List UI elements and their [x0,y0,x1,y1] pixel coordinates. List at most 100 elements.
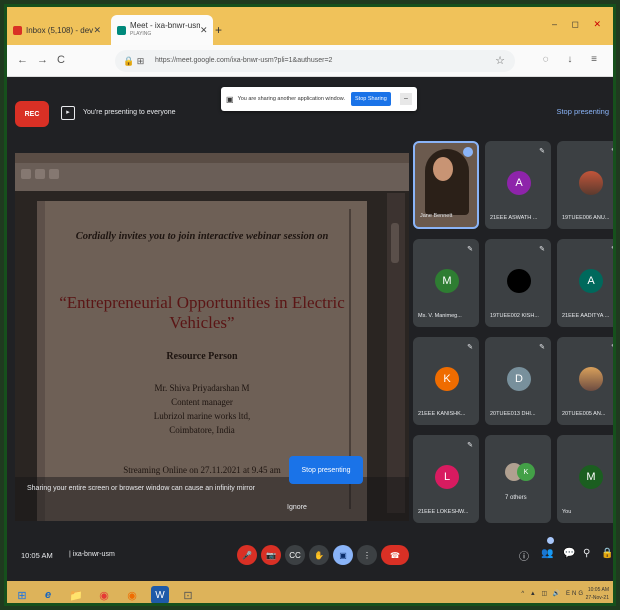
people-count-badge [547,537,554,544]
share-icon: ▣ [226,94,234,104]
mic-muted-icon: ✎ [539,246,545,253]
avatar: M [435,269,459,293]
tab-meet-sublabel: PLAYING [130,31,152,37]
raise-hand-button[interactable]: ✋ [309,545,329,565]
meeting-code-text: ixa-bnwr-usm [72,551,115,558]
url-field[interactable]: 🔒 ⊞ https://meet.google.com/ixa-bnwr-usm… [115,50,515,72]
window-controls[interactable]: – ◻ ✕ [552,19,607,30]
doc-speaker-role: Content manager [171,397,233,407]
rec-label: REC [24,110,40,118]
present-button[interactable]: ▣ [333,545,353,565]
lock-icon: 🔒 ⊞ [123,56,145,66]
doc-title-bar [15,153,409,163]
tab-meet[interactable]: Meet - ixa-bnwr-usm PLAYING ✕ [111,15,213,45]
warning-text: Sharing your entire screen or browser wi… [27,485,255,492]
tile-options-icon[interactable] [463,147,473,157]
doc-scroll-thumb [391,223,399,263]
doc-invite-line: Cordially invites you to join interactiv… [75,231,329,242]
meeting-info-icon[interactable]: ⓘ [519,548,529,563]
new-tab-button[interactable]: + [215,23,222,37]
mic-muted-icon: ✎ [611,245,613,253]
mic-muted-icon: ✎ [539,344,545,351]
tray-clock[interactable]: 10:05 AM 27-Nov-21 [586,586,609,602]
avatar: A [507,171,531,195]
participant-tile[interactable]: ✎ K 21EEE KANISHK... [413,337,479,425]
firefox-icon[interactable]: ◉ [123,586,141,603]
participant-name: 19TUEE002 KISH... [490,313,539,319]
recording-badge[interactable]: REC [15,101,49,127]
mic-muted-icon: ✎ [611,343,613,351]
tray-date: 27-Nov-21 [585,595,609,601]
participant-tile[interactable]: ✎ M Ms. V. Manimeg... [413,239,479,327]
doc-title: “Entrepreneurial Opportunities in Electr… [59,293,345,332]
system-tray[interactable]: ^ ▲ ◫ 🔊 ENG [521,590,585,597]
back-button[interactable]: ← [17,54,28,66]
end-call-button[interactable]: ☎ [381,545,409,565]
chat-icon[interactable]: 💬 [563,548,575,559]
stop-presenting-label: Stop presenting [301,466,351,474]
activities-icon[interactable]: ⚲ [583,548,590,559]
windows-start-icon[interactable]: ⊞ [13,586,31,603]
mic-muted-icon: ✎ [467,246,473,253]
tab-gmail[interactable]: Inbox (5,108) - devi@edu.in ✕ [7,15,107,45]
app-icon[interactable]: ⊡ [179,586,197,603]
browser-toolbar-icons[interactable]: ◌ ↓ ≡ [543,54,605,65]
captions-button[interactable]: CC [285,545,305,565]
tab-meet-label: Meet - ixa-bnwr-usm [130,21,200,30]
mic-toggle-button[interactable]: 🎤 [237,545,257,565]
participant-tile[interactable]: ✎ 20TUEE005 AN... [557,337,613,425]
avatar-photo [507,269,531,293]
avatar: D [507,367,531,391]
avatar-photo [579,367,603,391]
close-icon[interactable]: ✕ [200,25,208,36]
doc-speaker-name: Mr. Shiva Priyadarshan M [154,383,250,393]
forward-button[interactable]: → [37,54,48,66]
participant-tile[interactable]: ✎ A 21EEE AADITYA ... [557,239,613,327]
participant-tile[interactable]: ✎ D 20TUEE013 DHI... [485,337,551,425]
screenshot-frame: Inbox (5,108) - devi@edu.in ✕ Meet - ixa… [4,4,616,606]
host-controls-icon[interactable]: 🔒 [601,548,613,559]
avatar-photo [579,171,603,195]
participant-tile-others[interactable]: K 7 others [485,435,551,523]
participant-tile[interactable]: ✎ 19TUEE002 KISH... [485,239,551,327]
participant-tile-self[interactable]: Jane Bennett [413,141,479,229]
participant-tile[interactable]: ✎ 19TUEE006 ANU... [557,141,613,229]
ignore-button[interactable]: Ignore [287,504,307,511]
sharing-banner: ▣ You are sharing another application wi… [221,87,417,111]
sharing-banner-text: You are sharing another application wind… [237,96,345,102]
participant-name: 21EEE LOKESHW... [418,509,469,515]
avatar: K [517,463,535,481]
window-close-icon[interactable]: ✕ [593,19,607,29]
chrome-icon[interactable]: ◉ [95,586,113,603]
participant-name: Jane Bennett [420,213,453,219]
address-bar: ← → C 🔒 ⊞ https://meet.google.com/ixa-bn… [7,45,613,77]
present-screen-icon: ▸ [61,106,75,120]
participant-tile[interactable]: ✎ L 21EEE LOKESHW... [413,435,479,523]
browser-tab-bar: Inbox (5,108) - devi@edu.in ✕ Meet - ixa… [7,7,613,45]
participant-name: 19TUEE006 ANU... [562,215,610,221]
people-icon[interactable]: 👥 [541,548,553,559]
reload-button[interactable]: C [57,54,65,66]
stop-presenting-link[interactable]: Stop presenting [556,107,609,116]
doc-speaker-org: Lubrizol marine works ltd, [153,411,251,421]
doc-speaker-city: Coimbatore, India [169,425,235,435]
meet-icon [117,25,126,35]
participant-tile[interactable]: ✎ A 21EEE ASWATH ... [485,141,551,229]
stop-sharing-button[interactable]: Stop Sharing [351,92,391,106]
close-icon[interactable]: ✕ [93,25,101,36]
url-text: https://meet.google.com/ixa-bnwr-usm?pli… [155,57,333,64]
tab-meet-text: Meet - ixa-bnwr-usm PLAYING [130,21,200,39]
participant-tile[interactable]: M You [557,435,613,523]
stop-presenting-button[interactable]: Stop presenting [289,456,363,484]
edge-icon[interactable]: e [39,586,57,603]
hide-banner-button[interactable]: – [400,93,412,105]
doc-margin [37,201,45,521]
file-explorer-icon[interactable]: 📁 [67,586,85,603]
word-icon[interactable]: W [151,586,169,603]
bookmark-star-icon[interactable]: ☆ [495,50,505,72]
avatar: K [435,367,459,391]
ribbon-icon [35,169,45,179]
camera-toggle-button[interactable]: 📷 [261,545,281,565]
participant-name: 20TUEE013 DHI... [490,411,536,417]
more-options-button[interactable]: ⋮ [357,545,377,565]
